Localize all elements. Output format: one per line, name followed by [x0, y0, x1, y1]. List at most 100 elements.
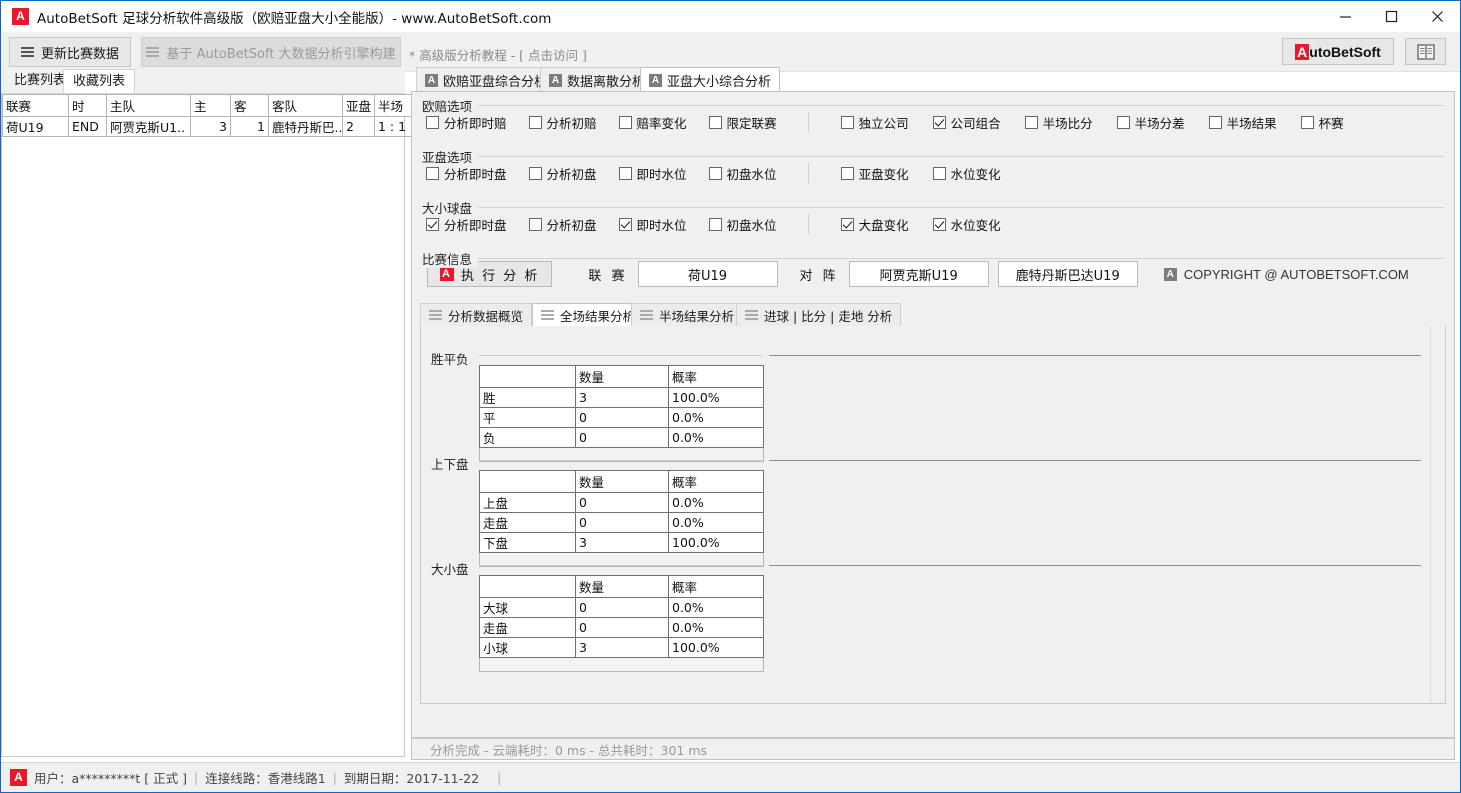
- minimize-icon[interactable]: [1322, 1, 1368, 32]
- checkbox-icon[interactable]: [426, 115, 439, 129]
- subtab-goals-score-inplay[interactable]: 进球 | 比分 | 走地 分析: [736, 303, 902, 327]
- checkbox-ou-live-water-level[interactable]: 即时水位: [618, 215, 687, 234]
- update-match-data-button[interactable]: 更新比赛数据: [9, 37, 131, 67]
- checkbox-icon[interactable]: [708, 115, 722, 129]
- subtab-data-overview[interactable]: 分析数据概览: [420, 303, 533, 327]
- col-home-score[interactable]: 主: [190, 94, 231, 117]
- status-separator: |: [497, 770, 502, 785]
- checkbox-label: 大盘变化: [858, 217, 909, 233]
- table-row: 上盘 0 0.0%: [479, 492, 764, 513]
- handicap-options-title: 亚盘选项: [422, 147, 479, 166]
- checkbox-icon[interactable]: [1208, 115, 1222, 129]
- subtab-label: 半场结果分析: [659, 308, 735, 324]
- checkbox-independent-company[interactable]: 独立公司: [840, 113, 909, 132]
- checkbox-icon[interactable]: [528, 217, 542, 231]
- close-icon[interactable]: [1414, 1, 1460, 32]
- checkbox-icon[interactable]: [840, 166, 854, 180]
- home-team-field[interactable]: 阿贾克斯U19: [848, 261, 989, 287]
- checkbox-opening-water-level[interactable]: 初盘水位: [708, 164, 777, 183]
- checkbox-analyze-live-handicap[interactable]: 分析即时盘: [426, 164, 507, 183]
- results-scrollbar[interactable]: [1430, 326, 1445, 703]
- checkbox-analyze-opening-odds[interactable]: 分析初赔: [528, 113, 597, 132]
- section-rule: [769, 355, 1421, 356]
- checkbox-icon[interactable]: [932, 166, 946, 180]
- tab-handicap-size-analysis[interactable]: A 亚盘大小综合分析: [640, 67, 781, 92]
- row-probability: 0.0%: [668, 617, 764, 638]
- checkbox-cup[interactable]: 杯赛: [1300, 113, 1344, 132]
- tab-data-dispersion-analysis[interactable]: A 数据离散分析: [540, 67, 655, 92]
- list-icon: [20, 45, 34, 59]
- checkbox-company-combination[interactable]: 公司组合: [932, 113, 1001, 132]
- tutorial-link[interactable]: * 高级版分析教程 - [ 点击访问 ]: [409, 45, 587, 64]
- checkbox-icon[interactable]: [528, 166, 542, 180]
- checkbox-handicap-change[interactable]: 亚盘变化: [840, 164, 909, 183]
- checkbox-ou-line-change[interactable]: 大盘变化: [840, 215, 909, 234]
- col-count: 数量: [575, 470, 669, 493]
- checkbox-label: 半场分差: [1134, 115, 1185, 131]
- row-label: 大球: [479, 597, 576, 618]
- col-home-team[interactable]: 主队: [106, 94, 191, 117]
- checkbox-halftime-diff[interactable]: 半场分差: [1116, 113, 1185, 132]
- checkbox-analyze-live-odds[interactable]: 分析即时赔: [426, 113, 507, 132]
- table-row: 下盘 3 100.0%: [479, 532, 764, 553]
- checkbox-icon[interactable]: [840, 217, 854, 231]
- section-title-overunder: 大小盘: [431, 562, 469, 577]
- checkbox-analyze-opening-handicap[interactable]: 分析初盘: [528, 164, 597, 183]
- table-header-row: 联赛 时 主队 主 客 客队 亚盘 半场: [2, 94, 423, 117]
- checkbox-live-water-level[interactable]: 即时水位: [618, 164, 687, 183]
- checkbox-odds-change[interactable]: 赔率变化: [618, 113, 687, 132]
- brand-badge: A: [1295, 43, 1310, 60]
- update-match-data-label: 更新比赛数据: [40, 46, 119, 62]
- checkbox-ou-opening-water-level[interactable]: 初盘水位: [708, 215, 777, 234]
- col-blank: [479, 470, 576, 493]
- maximize-icon[interactable]: [1368, 1, 1414, 32]
- checkbox-icon[interactable]: [840, 115, 854, 129]
- book-icon[interactable]: [1405, 38, 1446, 65]
- match-list-panel: 联赛 时 主队 主 客 客队 亚盘 半场 荷U19 END 阿贾克斯U1.. 3…: [1, 93, 423, 757]
- checkbox-icon[interactable]: [426, 217, 439, 231]
- checkbox-water-level-change[interactable]: 水位变化: [932, 164, 1001, 183]
- col-away-score[interactable]: 客: [230, 94, 269, 117]
- row-probability: 0.0%: [668, 492, 764, 513]
- checkbox-icon[interactable]: [618, 166, 632, 180]
- checkbox-icon[interactable]: [708, 217, 722, 231]
- checkbox-icon[interactable]: [528, 115, 542, 129]
- tab-badge-icon: A: [549, 73, 562, 87]
- league-field[interactable]: 荷U19: [637, 261, 778, 287]
- subtab-fulltime-result[interactable]: 全场结果分析: [532, 303, 645, 327]
- cell-home-team: 阿贾克斯U1..: [106, 116, 191, 137]
- checkbox-icon[interactable]: [618, 115, 632, 129]
- status-line: 连接线路：香港线路1: [205, 771, 326, 786]
- checkbox-icon[interactable]: [708, 166, 722, 180]
- checkbox-icon[interactable]: [426, 166, 439, 180]
- checkbox-icon[interactable]: [618, 217, 632, 231]
- col-away-team[interactable]: 客队: [268, 94, 343, 117]
- checkbox-halftime-result[interactable]: 半场结果: [1208, 113, 1277, 132]
- col-blank: [479, 575, 576, 598]
- checkbox-limit-league[interactable]: 限定联赛: [708, 113, 777, 132]
- tab-odds-handicap-analysis[interactable]: A 欧赔亚盘综合分析: [416, 67, 557, 92]
- col-league[interactable]: 联赛: [2, 94, 69, 117]
- checkbox-ou-analyze-live[interactable]: 分析即时盘: [426, 215, 507, 234]
- row-count: 3: [575, 387, 669, 408]
- tab-favorite-list[interactable]: 收藏列表: [63, 69, 136, 94]
- checkbox-icon[interactable]: [932, 115, 946, 129]
- checkbox-label: 公司组合: [950, 115, 1001, 131]
- analysis-status-text: 分析完成 - 云端耗时：0 ms - 总共耗时：301 ms: [430, 742, 708, 758]
- table-row: 大球 0 0.0%: [479, 597, 764, 618]
- checkbox-ou-analyze-opening[interactable]: 分析初盘: [528, 215, 597, 234]
- checkbox-label: 分析初盘: [546, 166, 597, 182]
- checkbox-icon[interactable]: [1300, 115, 1314, 129]
- subtab-halftime-result[interactable]: 半场结果分析: [631, 303, 744, 327]
- col-time[interactable]: 时: [68, 94, 107, 117]
- table-row[interactable]: 荷U19 END 阿贾克斯U1.. 3 1 鹿特丹斯巴... 2 1 : 1: [2, 116, 423, 137]
- right-tab-bar: A 欧赔亚盘综合分析 A 数据离散分析 A 亚盘大小综合分析: [411, 67, 1453, 92]
- checkbox-icon[interactable]: [1024, 115, 1038, 129]
- away-team-field[interactable]: 鹿特丹斯巴达U19: [997, 261, 1138, 287]
- checkbox-halftime-score[interactable]: 半场比分: [1024, 113, 1093, 132]
- checkbox-icon[interactable]: [1116, 115, 1130, 129]
- brand-button[interactable]: AutoBetSoft: [1282, 38, 1394, 65]
- checkbox-ou-water-level-change[interactable]: 水位变化: [932, 215, 1001, 234]
- col-handicap[interactable]: 亚盘: [342, 94, 375, 117]
- checkbox-icon[interactable]: [932, 217, 946, 231]
